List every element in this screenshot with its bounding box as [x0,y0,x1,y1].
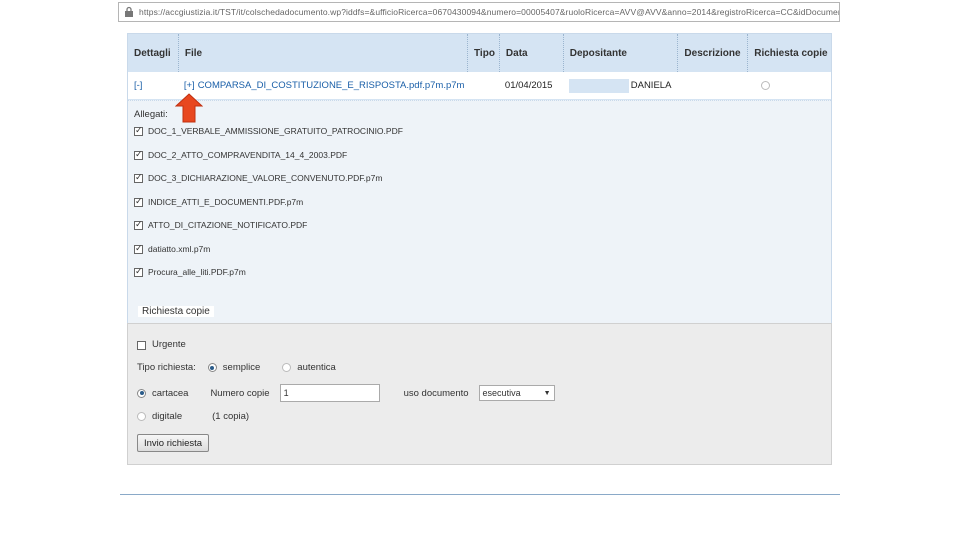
header-tipo: Tipo [467,34,499,72]
digital-label: digitale [152,411,183,422]
request-copies-panel: Urgente Tipo richiesta: semplice autenti… [127,323,832,465]
depositor-cell: DANIELA [630,80,672,91]
list-item: DOC_3_DICHIARAZIONE_VALORE_CONVENUTO.PDF… [134,172,825,197]
attachment-checkbox[interactable] [134,196,143,207]
divider [120,494,840,495]
copies-label: Numero copie [210,387,270,399]
header-file: File [177,34,467,72]
date-cell: 01/04/2015 [504,80,553,91]
list-item: DOC_2_ATTO_COMPRAVENDITA_14_4_2003.PDF [134,149,825,174]
header-descrizione: Descrizione [677,34,747,72]
attachment-checkbox[interactable] [134,149,143,160]
list-item: Procura_alle_liti.PDF.p7m [134,266,825,291]
file-link[interactable]: COMPARSA_DI_COSTITUZIONE_E_RISPOSTA.pdf.… [198,80,465,91]
type-simple-radio[interactable] [207,363,217,372]
use-label: uso documento [403,387,469,399]
paper-label: cartacea [152,387,189,399]
attachment-name: DOC_2_ATTO_COMPRAVENDITA_14_4_2003.PDF [148,149,348,160]
attachment-checkbox[interactable] [134,243,143,254]
attachment-name: datiatto.xml.p7m [148,243,211,254]
attachment-checkbox[interactable] [134,266,143,277]
lock-icon [125,6,133,17]
urgent-label: Urgente [152,339,186,350]
up-arrow-icon [175,93,203,123]
header-depositante: Depositante [562,34,678,72]
type-authentic-label: autentica [297,362,336,373]
copies-input[interactable]: 1 [279,384,380,402]
request-type-label: Tipo richiesta: [137,362,196,373]
expand-file-link[interactable]: [+] [184,80,195,91]
type-simple-label: semplice [222,362,261,373]
request-section-title: Richiesta copie [138,306,214,317]
list-item: DOC_1_VERBALE_AMMISSIONE_GRATUITO_PATROC… [134,125,825,150]
collapse-details-link[interactable]: [-] [134,80,142,91]
list-item: INDICE_ATTI_E_DOCUMENTI.PDF.p7m [134,196,825,221]
documents-grid: Dettagli File Tipo Data Depositante Desc… [127,33,832,336]
attachment-checkbox[interactable] [134,219,143,230]
attachment-checkbox[interactable] [134,172,143,183]
header-richiesta-copie: Richiesta copie [747,34,831,72]
attachment-checkbox[interactable] [134,125,143,136]
url-text: https://accgiustizia.it/TST/it/colscheda… [139,7,840,17]
attachment-name: ATTO_DI_CITAZIONE_NOTIFICATO.PDF [148,220,308,230]
table-row: [-] [+] COMPARSA_DI_COSTITUZIONE_E_RISPO… [128,72,831,100]
submit-request-button[interactable]: Invio richiesta [137,434,210,452]
grid-header: Dettagli File Tipo Data Depositante Desc… [128,34,831,72]
header-dettagli: Dettagli [134,47,171,59]
paper-radio[interactable] [137,388,146,398]
select-copy-radio[interactable] [761,81,771,90]
attachment-name: INDICE_ATTI_E_DOCUMENTI.PDF.p7m [148,196,304,207]
attachment-name: Procura_alle_liti.PDF.p7m [148,267,246,277]
chevron-down-icon: ▼ [543,389,551,397]
attachments-panel: Allegati: DOC_1_VERBALE_AMMISSIONE_GRATU… [128,100,831,335]
address-bar[interactable]: https://accgiustizia.it/TST/it/colscheda… [118,2,840,22]
attachments-title: Allegati: [134,109,168,120]
use-select[interactable]: esecutiva ▼ [478,385,555,401]
use-select-value: esecutiva [482,388,521,398]
header-data: Data [498,34,563,72]
urgent-checkbox[interactable] [137,340,146,350]
attachment-name: DOC_1_VERBALE_AMMISSIONE_GRATUITO_PATROC… [148,126,403,136]
digital-note: (1 copia) [212,411,250,422]
depositor-name-redacted [568,78,629,93]
type-authentic-radio[interactable] [282,363,292,372]
digital-radio[interactable] [137,412,146,421]
list-item: ATTO_DI_CITAZIONE_NOTIFICATO.PDF [134,219,825,244]
attachment-name: DOC_3_DICHIARAZIONE_VALORE_CONVENUTO.PDF… [148,173,383,183]
list-item: datiatto.xml.p7m [134,243,825,268]
